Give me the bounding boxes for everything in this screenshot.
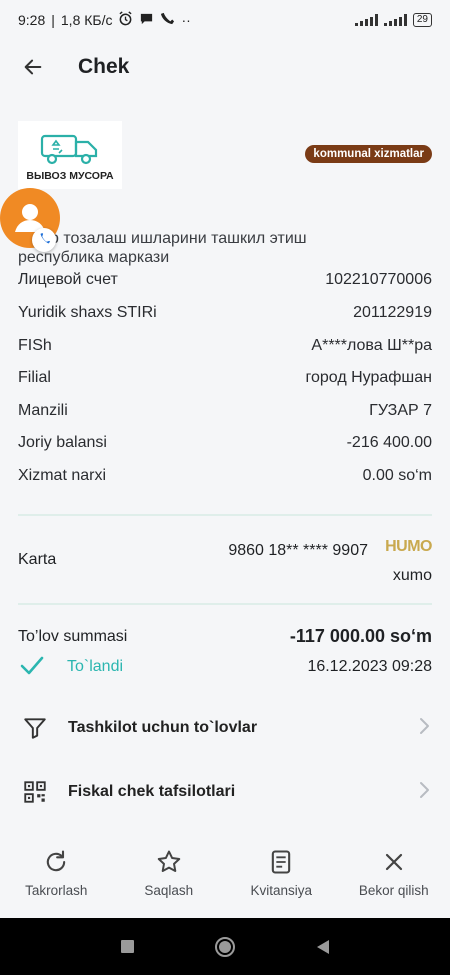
detail-row-filial: Filial город Нурафшан <box>18 369 432 387</box>
detail-row-service-price: Xizmat narxi 0.00 so‘m <box>18 467 432 485</box>
payment-datetime: 16.12.2023 09:28 <box>307 658 432 675</box>
repeat-icon <box>47 850 66 872</box>
detail-label: Лицевой счет <box>18 271 118 288</box>
action-label: Fiskal chek tafsilotlari <box>68 783 236 800</box>
check-icon <box>20 656 44 675</box>
close-icon <box>385 853 402 871</box>
repeat-button[interactable]: Takrorlash <box>0 842 113 918</box>
filter-icon <box>18 711 52 745</box>
status-net-speed: 1,8 КБ/с <box>60 12 113 28</box>
status-more-dots: ·· <box>181 12 191 28</box>
detail-row-balance: Joriy balansi -216 400.00 <box>18 434 432 452</box>
detail-label: Xizmat narxi <box>18 467 107 484</box>
alarm-icon <box>118 11 133 29</box>
detail-label: Manzili <box>18 402 68 419</box>
detail-row-fish: FISh А****лова Ш**ра <box>18 337 432 355</box>
chevron-right-icon <box>416 780 432 805</box>
detail-row-address: Manzili ГУЗАР 7 <box>18 402 432 420</box>
back-nav-icon[interactable] <box>317 939 330 954</box>
message-icon <box>139 11 154 29</box>
detail-value: 201122919 <box>353 304 432 321</box>
bottom-action-label: Bekor qilish <box>358 883 429 898</box>
detail-value: город Нурафшан <box>305 369 432 386</box>
bottom-action-bar: Takrorlash Saqlash Kvitansiya Bekor qili… <box>0 842 450 918</box>
bottom-action-label: Takrorlash <box>25 883 88 898</box>
category-badge: kommunal xizmatlar <box>305 145 432 163</box>
garbage-truck-icon <box>40 134 98 165</box>
humo-logo: HUMO <box>385 538 432 555</box>
logo-text: ВЫВОЗ МУСОРА <box>26 170 114 182</box>
action-label: Tashkilot uchun to`lovlar <box>68 719 258 736</box>
detail-value: 0.00 so‘m <box>362 467 432 484</box>
signal-icon <box>354 14 378 26</box>
battery-icon: 29 <box>412 13 432 27</box>
bottom-action-label: Kvitansiya <box>250 883 313 898</box>
organization-name: …тар тозалаш ишларини ташкил этиш респуб… <box>18 230 307 266</box>
signal-icon-2 <box>383 14 407 26</box>
divider <box>18 603 432 605</box>
bottom-action-label: Saqlash <box>144 883 194 898</box>
card-label: Karta <box>18 551 57 568</box>
detail-value: А****лова Ш**ра <box>311 337 432 354</box>
status-bar: 9:28 | 1,8 КБ/с ·· 29 <box>0 0 450 40</box>
chevron-right-icon <box>416 716 432 741</box>
star-icon <box>157 850 181 872</box>
organization-payments-button[interactable]: Tashkilot uchun to`lovlar <box>18 708 432 748</box>
system-nav-bar <box>0 918 450 975</box>
merchant-logo: ВЫВОЗ МУСОРА <box>18 121 122 189</box>
recents-icon[interactable] <box>120 940 134 953</box>
detail-value: -216 400.00 <box>346 434 432 451</box>
detail-row-stir: Yuridik shaxs STIRi 201122919 <box>18 304 432 322</box>
card-type: xumo <box>392 567 432 584</box>
detail-label: Filial <box>18 369 51 386</box>
detail-row-account: Лицевой счет 102210770006 <box>18 271 432 289</box>
page-title: Chek <box>78 55 130 78</box>
detail-label: Joriy balansi <box>18 434 107 451</box>
receipt-icon <box>272 850 291 874</box>
wifi-call-icon <box>160 11 175 29</box>
save-button[interactable]: Saqlash <box>113 842 226 918</box>
detail-value: 102210770006 <box>325 271 432 288</box>
phone-icon[interactable] <box>32 228 56 252</box>
payment-amount: -117 000.00 so‘m <box>289 626 432 646</box>
back-arrow-icon[interactable] <box>18 52 48 82</box>
fiscal-receipt-details-button[interactable]: Fiskal chek tafsilotlari <box>18 772 432 812</box>
home-icon[interactable] <box>215 936 236 957</box>
payment-label: To’lov summasi <box>18 628 128 645</box>
divider <box>18 514 432 516</box>
payment-status: To`landi <box>67 658 124 675</box>
card-number: 9860 18** **** 9907 <box>228 542 368 559</box>
detail-label: FISh <box>18 337 52 354</box>
detail-label: Yuridik shaxs STIRi <box>18 304 157 321</box>
status-time: 9:28 <box>18 12 46 28</box>
cancel-button[interactable]: Bekor qilish <box>338 842 450 918</box>
app-bar: Chek <box>0 44 450 90</box>
qr-code-icon <box>18 775 52 809</box>
receipt-button[interactable]: Kvitansiya <box>225 842 338 918</box>
detail-value: ГУЗАР 7 <box>369 402 432 419</box>
